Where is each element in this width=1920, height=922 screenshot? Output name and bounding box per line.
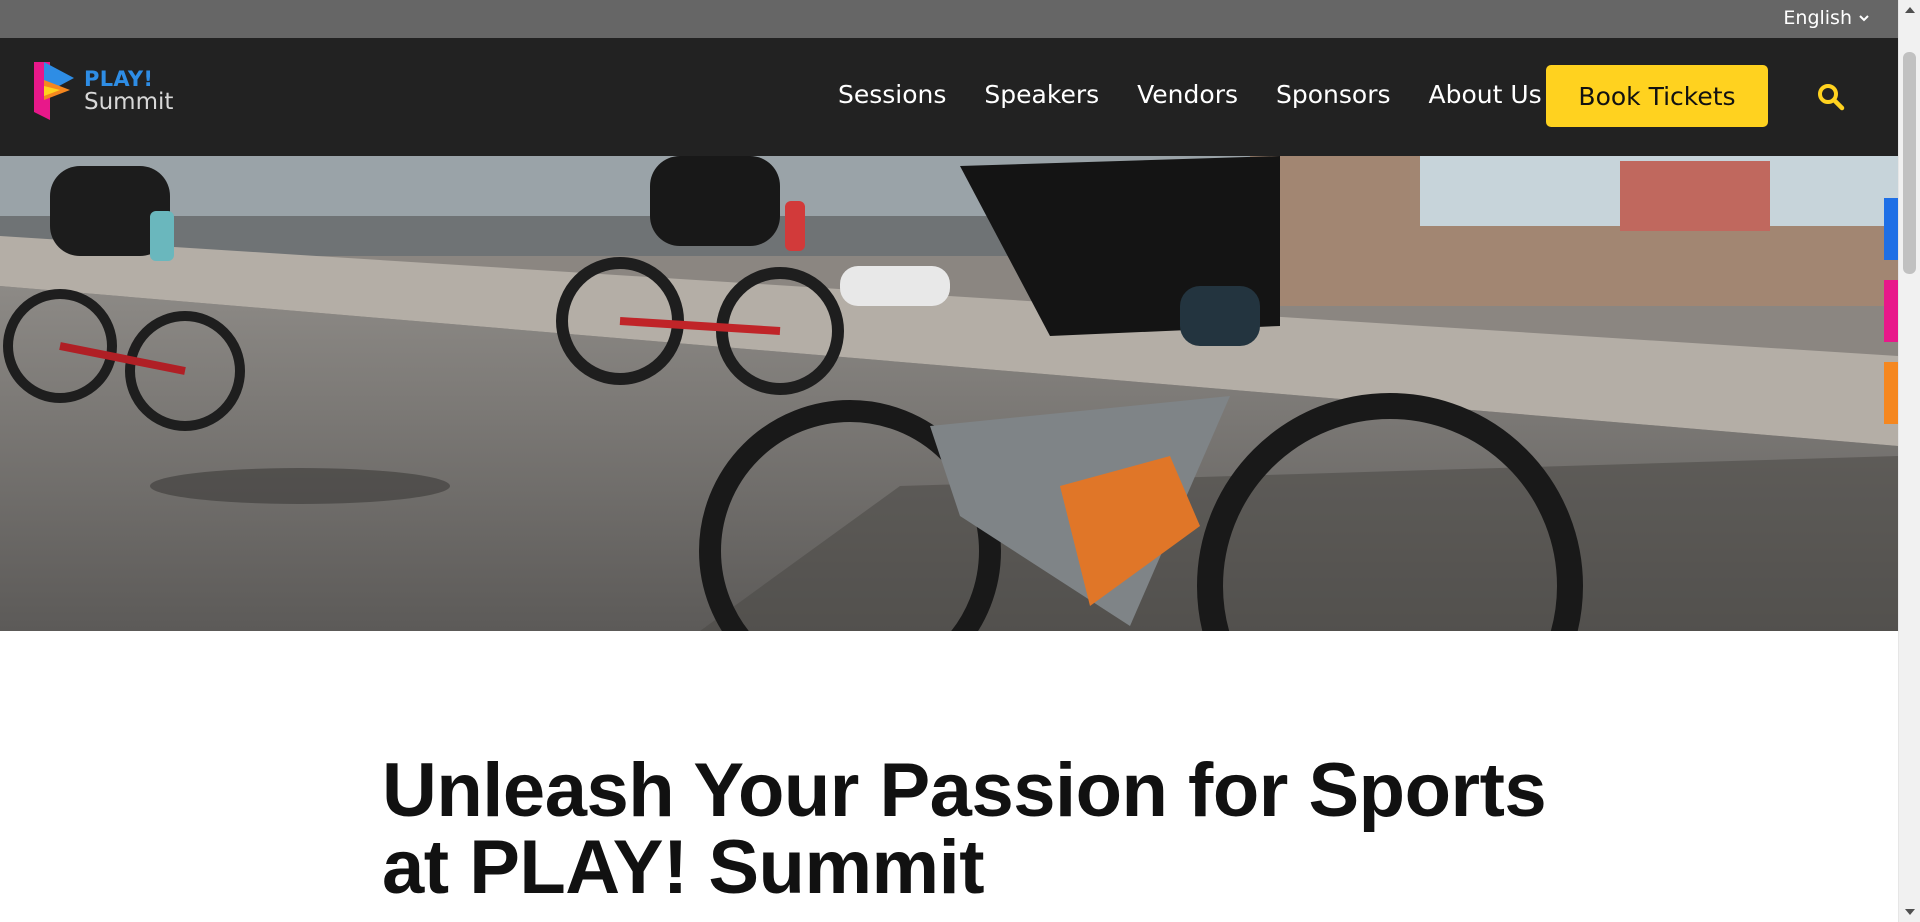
language-bar: English <box>0 0 1898 38</box>
page: English PLAY! Summit Sessions Speakers V… <box>0 0 1898 922</box>
nav-about-us[interactable]: About Us <box>1429 80 1542 109</box>
hero-image <box>0 156 1898 631</box>
language-selector[interactable]: English <box>1783 7 1870 29</box>
scrollbar-thumb[interactable] <box>1903 52 1916 274</box>
nav-sessions[interactable]: Sessions <box>838 80 946 109</box>
site-header: PLAY! Summit Sessions Speakers Vendors S… <box>0 38 1898 156</box>
main-nav: Sessions Speakers Vendors Sponsors About… <box>838 80 1542 109</box>
headline-line-1: Unleash Your Passion for Sports <box>382 748 1547 833</box>
page-headline: Unleash Your Passion for Sports at PLAY!… <box>382 752 1582 906</box>
language-label: English <box>1783 7 1852 29</box>
search-icon[interactable] <box>1816 82 1846 112</box>
book-tickets-button[interactable]: Book Tickets <box>1546 65 1768 127</box>
logo-mark-icon <box>34 62 74 120</box>
side-tab-pink[interactable] <box>1884 280 1898 342</box>
logo-text-summit: Summit <box>84 88 174 115</box>
nav-vendors[interactable]: Vendors <box>1137 80 1238 109</box>
side-tab-orange[interactable] <box>1884 362 1898 424</box>
nav-speakers[interactable]: Speakers <box>984 80 1099 109</box>
chevron-down-icon <box>1859 15 1869 22</box>
play-summit-logo[interactable]: PLAY! Summit <box>30 60 190 122</box>
vertical-scrollbar[interactable] <box>1898 0 1920 922</box>
headline-line-2: at PLAY! Summit <box>382 825 985 910</box>
side-tabs <box>1884 198 1898 444</box>
logo-text-play: PLAY! <box>84 66 154 91</box>
nav-sponsors[interactable]: Sponsors <box>1276 80 1391 109</box>
cyclists-photo <box>0 156 1898 631</box>
scroll-down-arrow-icon[interactable] <box>1904 907 1916 917</box>
side-tab-blue[interactable] <box>1884 198 1898 260</box>
scroll-up-arrow-icon[interactable] <box>1904 5 1916 15</box>
